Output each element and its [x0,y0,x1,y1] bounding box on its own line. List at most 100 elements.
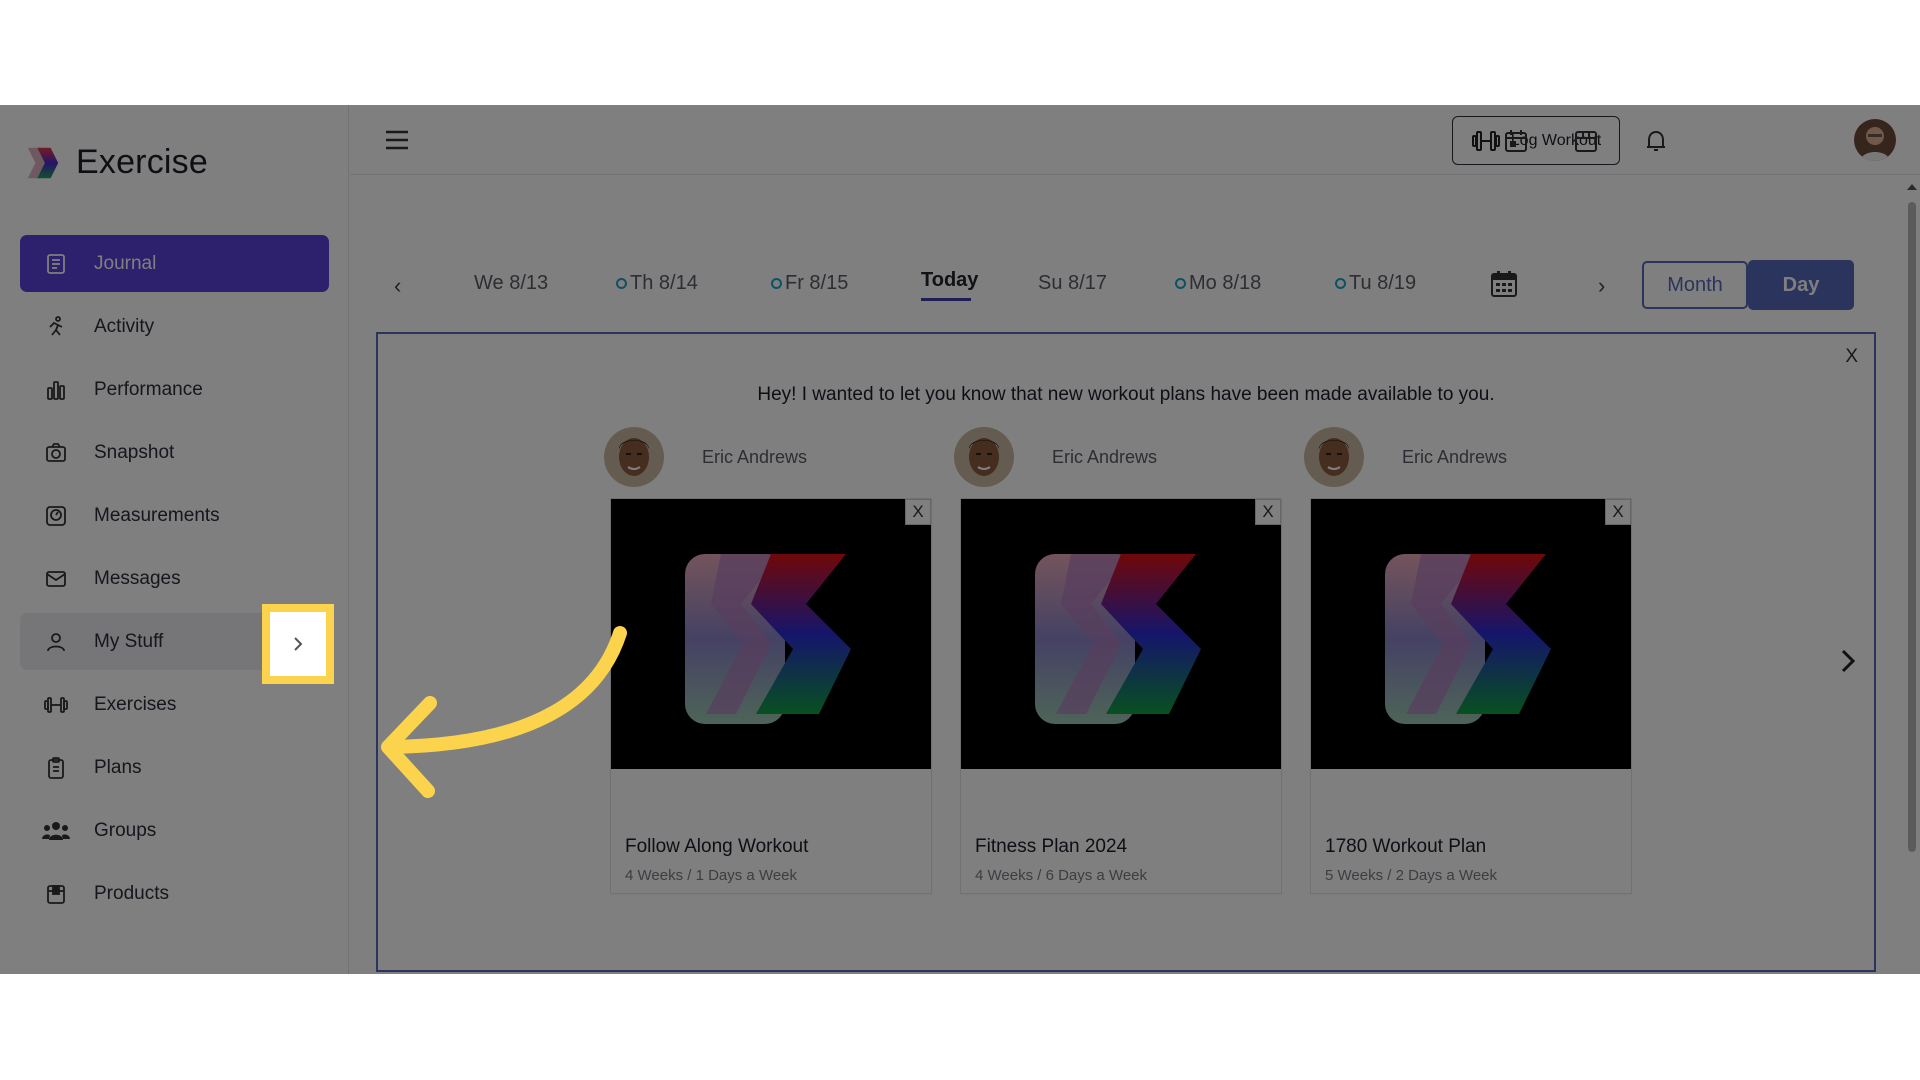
sidebar-item-performance[interactable]: Performance [20,361,329,418]
sidebar-nav: Journal Activity Performance Snapshot Me… [20,235,329,928]
menu-icon[interactable] [382,125,412,155]
scale-icon [42,502,70,530]
sidebar-item-messages[interactable]: Messages [20,550,329,607]
sidebar-item-label: Messages [94,567,181,589]
date-item[interactable]: Mo 8/18 [1175,272,1261,295]
month-view-button[interactable]: Month [1642,261,1748,309]
plan-title: 1780 Workout Plan [1325,836,1487,857]
calendar-picker-icon[interactable] [1489,269,1519,299]
date-item[interactable]: Tu 8/19 [1335,272,1416,295]
next-week-button[interactable]: › [1598,273,1605,299]
date-item[interactable]: We 8/13 [474,272,548,295]
day-view-button[interactable]: Day [1748,260,1854,310]
plan-subtitle: 4 Weeks / 1 Days a Week [625,867,798,884]
app-name: Exercise [76,143,208,181]
plan-item: Eric Andrews X Follow Along Workout 4 We… [604,426,932,894]
sidebar-item-label: Exercises [94,693,177,715]
calendar-icon[interactable] [1502,127,1530,155]
prev-week-button[interactable]: ‹ [394,273,401,299]
sidebar-item-products[interactable]: Products [20,865,329,922]
plan-author-row: Eric Andrews [1304,426,1632,488]
date-item[interactable]: Su 8/17 [1038,272,1107,295]
mail-icon [42,565,70,593]
date-label: Mo 8/18 [1189,272,1262,294]
chevron-right-icon [294,637,303,651]
clipboard-icon [42,754,70,782]
author-avatar [604,427,664,487]
sidebar-item-activity[interactable]: Activity [20,298,329,355]
scrollbar[interactable] [1904,180,1920,974]
running-icon [42,313,70,341]
author-name: Eric Andrews [702,446,808,467]
date-strip: ‹ We 8/13 Th 8/14 Fr 8/15 Today Su 8/17 … [350,255,1920,315]
status-dot [1335,278,1346,289]
plan-logo-icon [685,554,851,724]
scrollbar-thumb[interactable] [1908,202,1916,852]
date-today[interactable]: Today [921,269,978,292]
sidebar-item-plans[interactable]: Plans [20,739,329,796]
plan-dismiss-button[interactable]: X [1255,499,1281,525]
tutorial-arrow-icon [381,626,627,798]
author-avatar [954,427,1014,487]
box-icon[interactable] [1572,127,1600,155]
author-name: Eric Andrews [1052,446,1158,467]
sidebar-item-exercises[interactable]: Exercises [20,676,329,733]
sidebar-item-label: Activity [94,315,155,337]
status-dot [1175,278,1186,289]
sidebar-item-label: Measurements [94,504,220,526]
user-icon [42,628,70,656]
plan-card[interactable]: X Follow Along Workout 4 Weeks / 1 Days … [610,498,932,894]
author-name: Eric Andrews [1402,446,1508,467]
plan-dismiss-button[interactable]: X [905,499,931,525]
plan-item: Eric Andrews X 1780 Workout Plan 5 Weeks… [1304,426,1632,894]
notification-message: Hey! I wanted to let you know that new w… [757,384,1495,405]
date-label: Su 8/17 [1038,272,1107,294]
journal-icon [42,250,70,278]
my-stuff-expand-button[interactable] [262,604,334,684]
sidebar-item-label: Journal [94,252,157,274]
plan-author-row: Eric Andrews [604,426,932,488]
plan-card[interactable]: X Fitness Plan 2024 4 Weeks / 6 Days a W… [960,498,1282,894]
date-item[interactable]: Fr 8/15 [771,272,848,295]
user-avatar[interactable] [1854,119,1896,161]
sidebar-item-label: Products [94,882,169,904]
date-item[interactable]: Th 8/14 [616,272,698,295]
today-indicator [921,298,971,301]
scroll-up-icon[interactable] [1904,180,1920,194]
sidebar-item-label: My Stuff [94,630,164,652]
plan-title: Fitness Plan 2024 [975,836,1128,857]
date-label: Tu 8/19 [1349,272,1417,294]
sidebar-item-groups[interactable]: Groups [20,802,329,859]
group-icon [42,817,70,845]
sidebar-item-journal[interactable]: Journal [20,235,329,292]
author-avatar [1304,427,1364,487]
plan-card[interactable]: X 1780 Workout Plan 5 Weeks / 2 Days a W… [1310,498,1632,894]
status-dot [771,278,782,289]
chevron-right-icon[interactable] [1836,646,1860,676]
sidebar-item-measurements[interactable]: Measurements [20,487,329,544]
plan-thumbnail: X [611,499,931,769]
sidebar-item-label: Performance [94,378,203,400]
notification-close-button[interactable]: X [1845,346,1858,368]
box-icon [42,880,70,908]
plan-title: Follow Along Workout [625,836,809,857]
dumbbell-icon [1471,130,1500,151]
plan-author-row: Eric Andrews [954,426,1282,488]
date-label: We 8/13 [474,272,549,294]
app-frame: Exercise Journal Activity Performance Sn… [0,105,1920,974]
brand[interactable]: Exercise [24,143,208,182]
plan-thumbnail: X [961,499,1281,769]
date-label: Th 8/14 [630,272,698,294]
sidebar-item-snapshot[interactable]: Snapshot [20,424,329,481]
sidebar-item-label: Snapshot [94,441,175,463]
plan-thumbnail: X [1311,499,1631,769]
plan-subtitle: 4 Weeks / 6 Days a Week [975,867,1148,884]
bell-icon[interactable] [1642,127,1670,155]
plan-item: Eric Andrews X Fitness Plan 2024 4 Weeks… [954,426,1282,894]
status-dot [616,278,627,289]
plan-dismiss-button[interactable]: X [1605,499,1631,525]
top-bar: Log Workout [350,105,1920,175]
plan-logo-icon [1385,554,1551,724]
plan-subtitle: 5 Weeks / 2 Days a Week [1325,867,1498,884]
sidebar-item-label: Plans [94,756,142,778]
